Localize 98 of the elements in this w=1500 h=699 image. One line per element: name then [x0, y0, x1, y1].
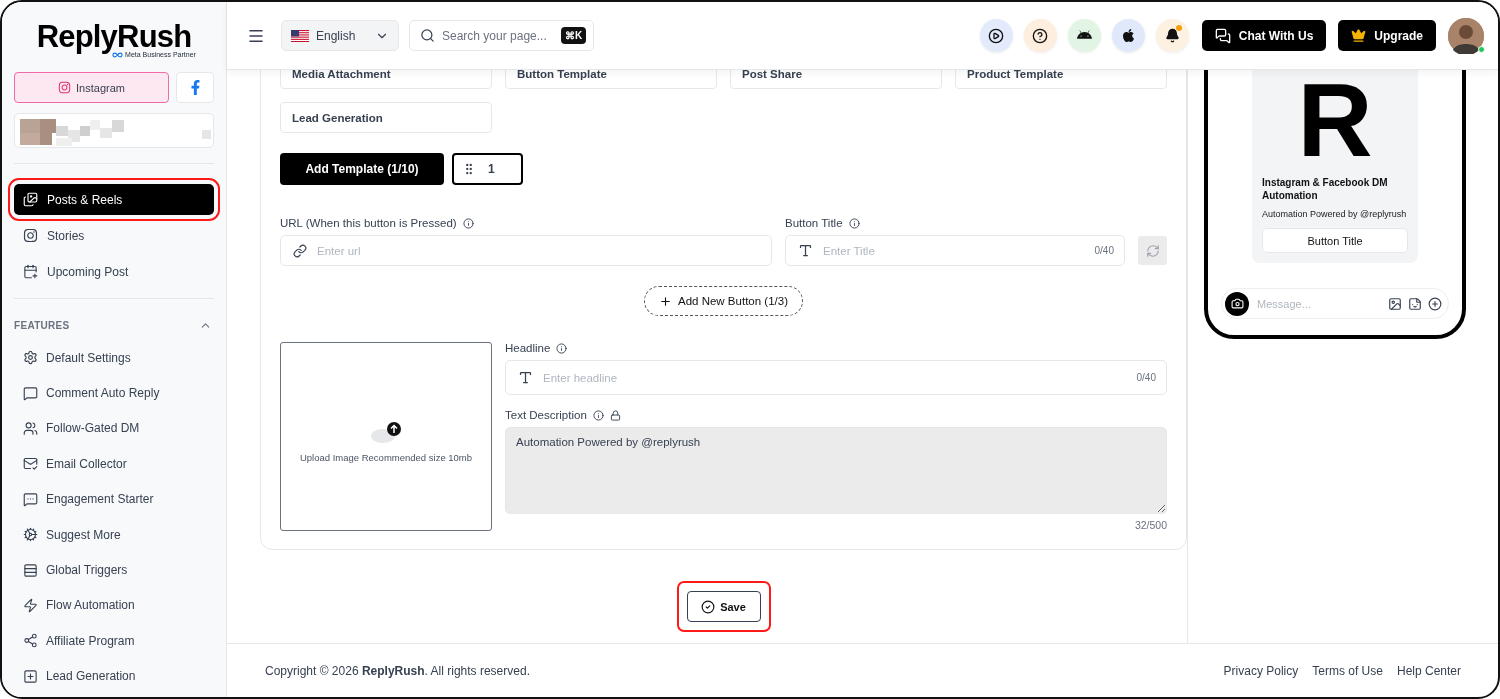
nav-item[interactable]: Flow Automation	[14, 587, 214, 624]
nav-item[interactable]: Default Settings	[14, 340, 214, 376]
title-input[interactable]: Enter Title	[823, 244, 1085, 257]
notification-button[interactable]	[1155, 19, 1189, 52]
list-icon	[23, 562, 38, 578]
speech-bubble-icon	[23, 385, 38, 401]
nav-item[interactable]: Follow-Gated DM	[14, 410, 214, 447]
instagram-tab[interactable]: Instagram	[14, 72, 169, 103]
cloud-upload-icon	[369, 420, 403, 444]
language-select[interactable]: English	[281, 20, 399, 51]
card-image-letter: R	[1297, 70, 1373, 170]
people-icon	[23, 420, 38, 436]
nav-item[interactable]: Engagement Starter	[14, 481, 214, 517]
mail-icon	[23, 456, 38, 472]
nav-item[interactable]: Email Collector	[14, 446, 214, 482]
add-button[interactable]: Add New Button (1/3)	[644, 286, 803, 316]
nav-item[interactable]: Stories	[14, 220, 214, 251]
nav-item[interactable]: Affiliate Program	[14, 623, 214, 659]
chat-button[interactable]: Chat With Us	[1201, 20, 1327, 51]
footer-link[interactable]: Help Center	[1396, 663, 1461, 678]
message-input[interactable]: Message...	[1255, 296, 1382, 311]
template-option[interactable]: Lead Generation	[280, 102, 492, 133]
sticker-icon[interactable]	[1408, 296, 1422, 311]
android-button[interactable]	[1067, 19, 1101, 52]
template-option[interactable]: Post Share	[730, 70, 942, 89]
cog-icon	[23, 527, 38, 543]
text-icon	[798, 243, 813, 258]
chat-icon	[23, 491, 38, 507]
template-option[interactable]: Button Template	[505, 70, 717, 89]
url-field[interactable]: Enter url	[280, 235, 772, 266]
instagram-icon	[23, 228, 38, 243]
plus-square-icon	[23, 668, 38, 684]
info-icon	[592, 409, 604, 421]
character-counter: 32/500	[1134, 519, 1167, 531]
nav-item[interactable]: Global Triggers	[14, 552, 214, 588]
field-label: URL (When this button is Pressed)	[280, 217, 457, 229]
title-field[interactable]: Enter Title 0/40	[785, 235, 1125, 266]
help-button[interactable]	[1023, 19, 1057, 52]
nav-item[interactable]: Lead Generation	[14, 658, 214, 694]
info-icon	[462, 217, 474, 229]
text-icon	[518, 370, 533, 385]
template-option[interactable]: Product Template	[955, 70, 1167, 89]
upload-hint: Upload Image Recommended size 10mb	[299, 452, 473, 463]
add-icon[interactable]	[1428, 296, 1442, 311]
refresh-icon	[1145, 243, 1160, 258]
apple-button[interactable]	[1111, 19, 1145, 52]
info-icon	[848, 217, 860, 229]
video-button[interactable]	[979, 19, 1013, 52]
template-option[interactable]: Media Attachment	[280, 70, 492, 89]
character-counter: 0/40	[1094, 245, 1114, 256]
headline-field[interactable]: Enter headline 0/40	[505, 360, 1167, 395]
instagram-icon	[58, 81, 72, 94]
upgrade-button[interactable]: Upgrade	[1338, 20, 1436, 51]
add-template-button[interactable]: Add Template (1/10)	[280, 153, 444, 185]
calendar-icon	[23, 264, 38, 279]
footer-link[interactable]: Privacy Policy	[1223, 663, 1299, 678]
plus-icon	[659, 294, 672, 308]
shortcut-key: ⌘K	[561, 27, 587, 44]
images-icon	[23, 192, 38, 207]
bell-icon	[1164, 28, 1180, 43]
nav-item[interactable]: Comment Auto Reply	[14, 375, 214, 411]
card-title: Instagram & Facebook DM Automation	[1262, 176, 1389, 202]
gear-icon	[23, 350, 38, 366]
character-counter: 0/40	[1136, 372, 1156, 383]
search-field[interactable]: Search your page... ⌘K	[409, 20, 594, 51]
logo-text: ReplyRush	[36, 20, 192, 54]
link-icon	[293, 243, 307, 258]
card-text: Automation Powered by @replyrush	[1262, 208, 1408, 221]
apple-icon	[1120, 28, 1136, 43]
nav-item[interactable]: Upcoming Post	[14, 256, 214, 287]
search-icon	[420, 28, 435, 43]
lightning-icon	[23, 597, 38, 613]
share-icon	[23, 633, 38, 649]
headline-input[interactable]: Enter headline	[543, 371, 1127, 384]
nav-item[interactable]: Suggest More	[14, 516, 214, 553]
info-icon	[556, 342, 568, 354]
help-icon	[1032, 27, 1049, 44]
section-title: FEATURES	[14, 320, 70, 331]
field-label: Text Description	[505, 409, 587, 421]
camera-icon[interactable]	[1230, 297, 1244, 310]
field-label: Button Title	[785, 217, 843, 229]
copyright-text: Copyright © 2026 ReplyRush. All rights reserved.	[265, 663, 530, 678]
field-label: Headline	[505, 342, 551, 354]
chat-icon	[1214, 27, 1231, 44]
url-input[interactable]: Enter url	[317, 244, 761, 257]
save-button[interactable]: Save	[686, 591, 761, 622]
avatar-icon[interactable]	[1448, 17, 1484, 54]
facebook-tab[interactable]	[176, 72, 214, 103]
crown-icon	[1351, 28, 1367, 43]
image-icon[interactable]	[1388, 296, 1402, 311]
upload-area[interactable]: Upload Image Recommended size 10mb	[280, 342, 492, 531]
check-icon	[701, 599, 716, 614]
card-button[interactable]: Button Title	[1262, 228, 1408, 253]
flag-icon	[291, 29, 309, 42]
search-input[interactable]: Search your page...	[442, 28, 554, 43]
footer-link[interactable]: Terms of Use	[1312, 663, 1383, 678]
play-icon	[988, 27, 1005, 44]
template-tab[interactable]: 1	[452, 153, 523, 185]
